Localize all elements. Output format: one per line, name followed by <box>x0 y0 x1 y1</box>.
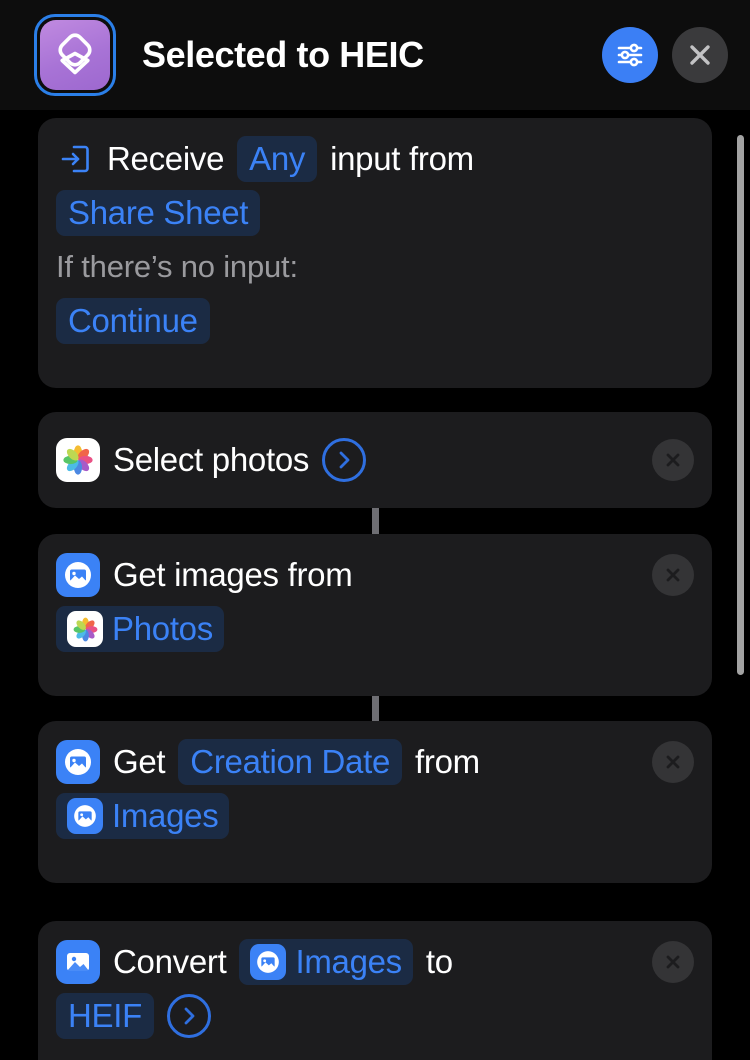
action-connector <box>372 695 379 721</box>
vertical-scrollbar[interactable] <box>737 135 744 675</box>
receive-input-icon <box>56 140 94 178</box>
action-line: Photos <box>56 602 694 656</box>
no-input-label: If there’s no input: <box>56 249 298 284</box>
expand-details-button[interactable] <box>322 438 367 482</box>
action-label-get: Get <box>113 743 166 780</box>
token-output-format[interactable]: HEIF <box>56 993 154 1039</box>
photos-app-icon <box>56 438 100 482</box>
action-line: Images <box>56 789 694 843</box>
get-images-icon <box>250 944 287 980</box>
action-card-get-creation-date[interactable]: Get Creation Date from Images <box>38 721 712 883</box>
token-no-input-behavior[interactable]: Continue <box>56 298 210 344</box>
token-images-variable[interactable]: Images <box>239 939 413 985</box>
action-line: Receive Any input from <box>56 132 694 186</box>
convert-image-icon <box>56 940 100 984</box>
action-line: Continue <box>56 294 694 348</box>
actions-scroll-area[interactable]: Receive Any input from Share Sheet If th… <box>0 110 750 1060</box>
get-images-icon <box>56 740 100 784</box>
close-button[interactable] <box>672 27 728 83</box>
action-line: Share Sheet <box>56 186 694 240</box>
action-label-get-images-from: Get images from <box>113 556 353 593</box>
page-title: Selected to HEIC <box>142 34 424 75</box>
close-icon <box>685 40 715 70</box>
token-photos-source[interactable]: Photos <box>56 606 224 652</box>
get-images-icon <box>56 553 100 597</box>
action-line: Convert Images to <box>56 935 694 989</box>
action-text-input-from: input from <box>330 140 474 177</box>
action-line: Get Creation Date from <box>56 735 694 789</box>
delete-action-button[interactable] <box>652 941 694 983</box>
action-line: If there’s no input: <box>56 240 694 294</box>
action-label-from: from <box>415 743 480 780</box>
action-card-select-photos[interactable]: Select photos <box>38 412 712 508</box>
action-label-to: to <box>425 943 453 980</box>
token-input-type[interactable]: Any <box>237 136 318 182</box>
expand-details-button[interactable] <box>166 994 211 1038</box>
photos-app-icon <box>67 611 103 647</box>
action-line: Select photos <box>56 426 694 494</box>
action-label-convert: Convert <box>113 943 227 980</box>
shortcut-editor-screen: Selected to HEIC Receive Any input from … <box>0 0 750 1060</box>
action-text-receive: Receive <box>107 140 225 177</box>
action-label-select-photos: Select photos <box>113 441 310 478</box>
delete-action-button[interactable] <box>652 439 694 481</box>
token-label: Photos <box>112 610 213 647</box>
token-share-sheet[interactable]: Share Sheet <box>56 190 261 236</box>
action-line: HEIF <box>56 989 694 1043</box>
shortcuts-app-icon-glyph <box>40 20 110 90</box>
action-card-get-images-from[interactable]: Get images from Photos <box>38 534 712 696</box>
shortcuts-app-icon[interactable] <box>34 14 116 96</box>
action-line: Get images from <box>56 548 694 602</box>
header-bar: Selected to HEIC <box>0 0 750 110</box>
settings-button[interactable] <box>602 27 658 83</box>
action-card-convert-images[interactable]: Convert Images to HEIF <box>38 921 712 1060</box>
get-images-icon <box>67 798 103 834</box>
delete-action-button[interactable] <box>652 554 694 596</box>
action-card-receive-input[interactable]: Receive Any input from Share Sheet If th… <box>38 118 712 388</box>
token-images-variable[interactable]: Images <box>56 793 230 839</box>
token-label: Images <box>112 797 219 834</box>
delete-action-button[interactable] <box>652 741 694 783</box>
token-label: Images <box>295 943 402 980</box>
sliders-icon <box>614 39 646 71</box>
action-connector <box>372 508 379 534</box>
token-property-creation-date[interactable]: Creation Date <box>178 739 403 785</box>
